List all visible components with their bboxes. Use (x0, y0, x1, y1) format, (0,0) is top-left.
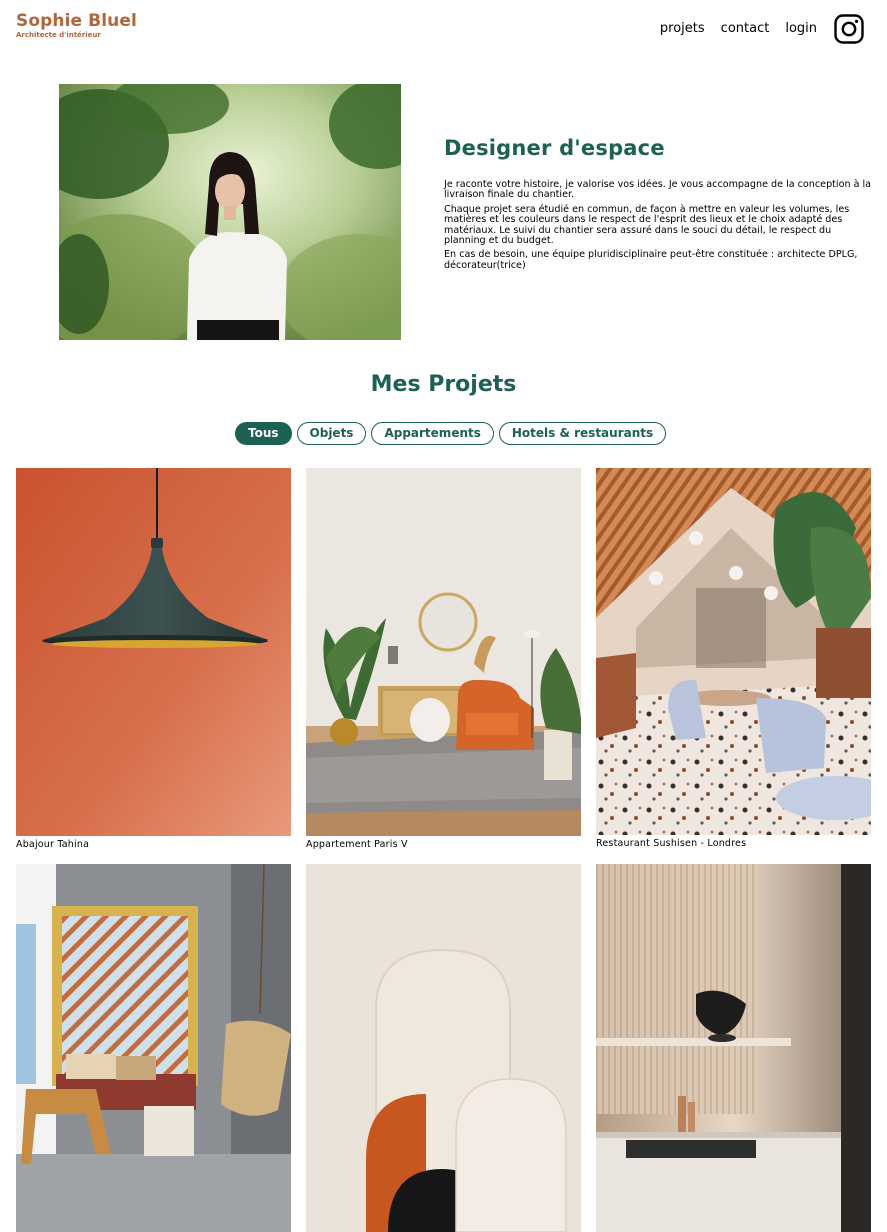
project-card[interactable] (596, 864, 871, 1232)
nav-link-login[interactable]: login (785, 21, 817, 36)
instagram-icon[interactable] (834, 14, 864, 44)
project-image (596, 468, 871, 835)
brand-subtitle: Architecte d'intérieur (16, 31, 101, 39)
filter-hotels-restaurants-button[interactable]: Hotels & restaurants (498, 422, 667, 445)
project-card[interactable] (306, 864, 581, 1232)
project-caption: Appartement Paris V (306, 839, 408, 850)
brand-name: Sophie Bluel (16, 11, 137, 31)
projects-title: Mes Projets (370, 372, 517, 397)
intro-paragraph: Chaque projet sera étudié en commun, de … (444, 203, 850, 247)
main-nav: projets contact login (660, 21, 817, 36)
filter-tous-button[interactable]: Tous (235, 422, 292, 445)
project-card[interactable]: Restaurant Sushisen - Londres (596, 468, 871, 849)
filter-objets-button[interactable]: Objets (296, 422, 367, 445)
project-image (596, 864, 871, 1232)
project-card[interactable]: Abajour Tahina (16, 468, 291, 850)
project-card[interactable] (16, 864, 291, 1232)
project-card[interactable]: Appartement Paris V (306, 468, 581, 850)
intro-title: Designer d'espace (444, 136, 665, 160)
nav-link-projets[interactable]: projets (660, 21, 705, 36)
brand-logo[interactable]: Sophie Bluel Architecte d'intérieur (16, 11, 137, 40)
project-image (306, 864, 581, 1232)
project-caption: Abajour Tahina (16, 839, 90, 850)
filter-bar: Tous Objets Appartements Hotels & restau… (235, 422, 667, 445)
portrait-photo (59, 84, 401, 340)
intro-text: Designer d'espace Je raconte votre histo… (444, 136, 874, 275)
project-image (306, 468, 581, 836)
intro-paragraph: Je raconte votre histoire, je valorise v… (444, 179, 872, 201)
filter-appartements-button[interactable]: Appartements (371, 422, 494, 445)
nav-link-contact[interactable]: contact (721, 21, 770, 36)
project-image (16, 468, 291, 836)
intro-paragraph: En cas de besoin, une équipe pluridiscip… (444, 249, 858, 271)
project-image (16, 864, 291, 1232)
project-caption: Restaurant Sushisen - Londres (596, 838, 747, 849)
